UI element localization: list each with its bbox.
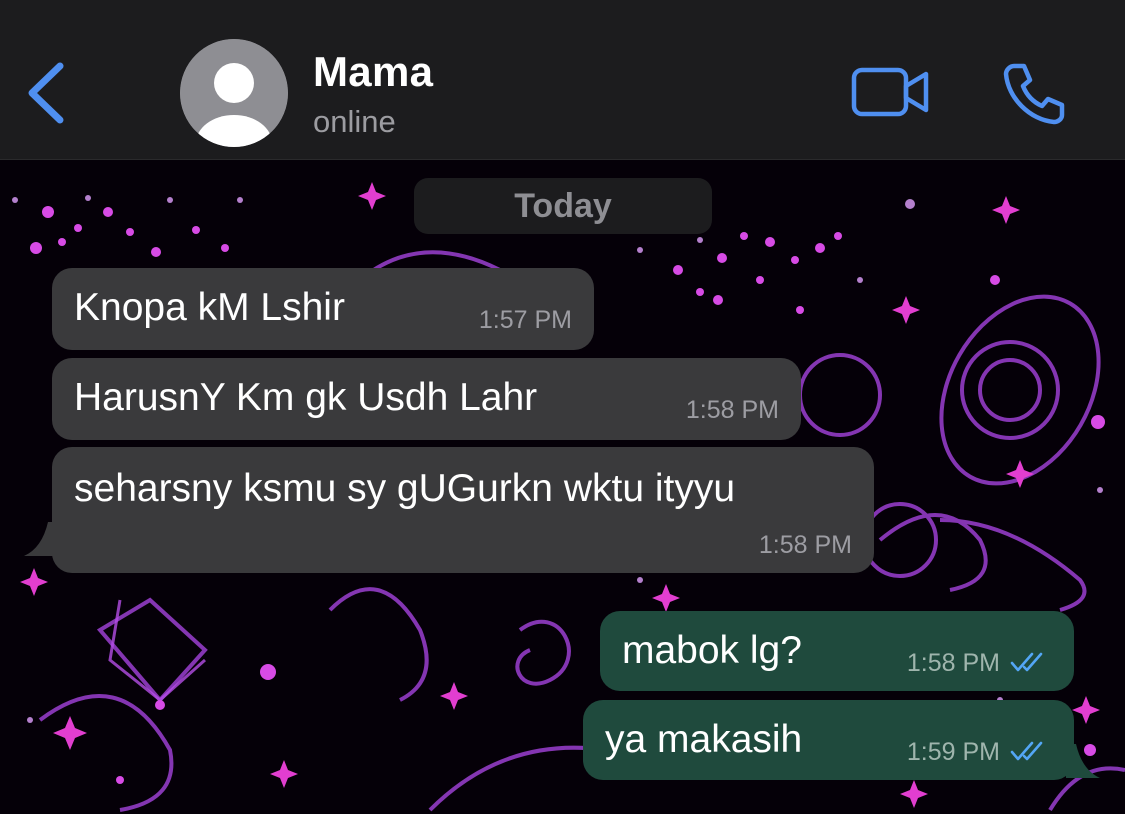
video-camera-icon [851,67,929,117]
message-bubble-incoming[interactable]: HarusnY Km gk Usdh Lahr 1:58 PM [52,358,801,440]
message-bubble-incoming[interactable]: seharsny ksmu sy gUGurkn wktu ityyu 1:58… [52,447,874,573]
bubble-tail-incoming [24,522,58,556]
bubble-tail-outgoing [1066,744,1100,778]
message-text: seharsny ksmu sy gUGurkn wktu ityyu [74,467,736,510]
double-check-icon [1010,741,1043,761]
message-bubble-outgoing[interactable]: mabok lg? 1:58 PM [600,611,1074,691]
chevron-left-icon [28,62,64,124]
contact-status: online [313,104,396,139]
message-text: Knopa kM Lshir [74,286,345,329]
message-time: 1:58 PM [758,531,852,559]
message-text: ya makasih [605,718,803,761]
voice-call-button[interactable] [1000,60,1068,126]
message-bubble-incoming[interactable]: Knopa kM Lshir 1:57 PM [52,268,594,350]
message-text: HarusnY Km gk Usdh Lahr [74,376,538,419]
message-bubble-outgoing[interactable]: ya makasih 1:59 PM [583,700,1074,780]
person-placeholder-icon [180,39,288,147]
phone-icon [1003,63,1065,125]
chat-area[interactable]: Today Knopa kM Lshir 1:57 PM HarusnY Km … [0,160,1125,814]
avatar[interactable] [180,39,288,147]
double-check-icon [1010,652,1043,672]
message-text: mabok lg? [622,629,802,672]
chat-header: Mama online [0,0,1125,160]
date-separator: Today [414,178,712,234]
message-time: 1:59 PM [906,738,1000,766]
contact-name[interactable]: Mama [313,48,433,96]
message-time: 1:58 PM [906,649,1000,677]
message-time: 1:57 PM [478,306,572,334]
video-call-button[interactable] [850,64,932,120]
message-time: 1:58 PM [685,396,779,424]
back-button[interactable] [22,58,72,128]
